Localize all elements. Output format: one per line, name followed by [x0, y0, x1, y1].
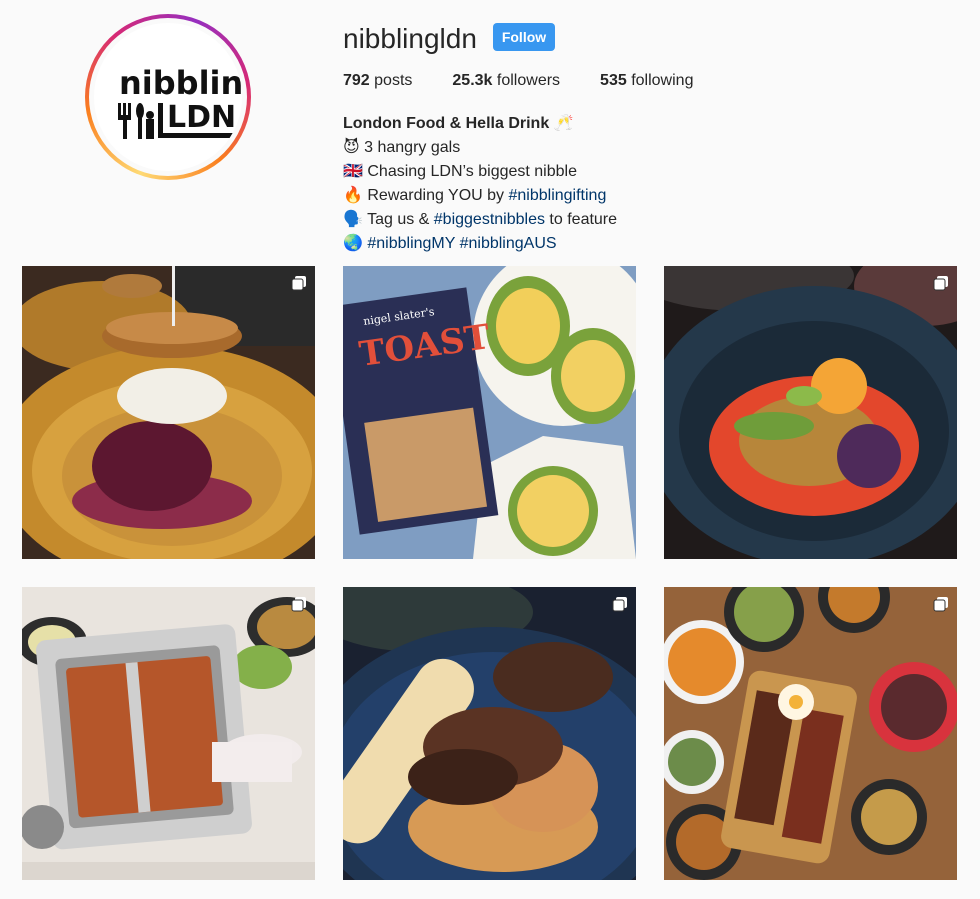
profile-stats: 792 posts 25.3k followers 535 following [343, 72, 733, 90]
bio-line: 🌏 #nibblingMY #nibblingAUS [343, 232, 617, 256]
bio-line: 🗣️ Tag us & #biggestnibbles to feature [343, 208, 617, 232]
multiple-photos-icon [612, 597, 627, 612]
logo-text-top: nibbling [119, 64, 242, 102]
devil-emoji-icon: 😈 [343, 139, 360, 156]
speaking-head-emoji-icon: 🗣️ [343, 211, 363, 228]
bio-text: Tag us & [367, 211, 434, 228]
hashtag-link[interactable]: #nibblingMY #nibblingAUS [367, 235, 556, 252]
followers-count: 25.3k [452, 72, 493, 89]
post-tile[interactable] [22, 587, 315, 880]
following-label: following [631, 72, 694, 89]
bio-text: to feature [544, 211, 618, 228]
follow-button[interactable]: Follow [493, 23, 555, 51]
globe-emoji-icon: 🌏 [343, 235, 363, 252]
bio-line: 🔥 Rewarding YOU by #nibblingifting [343, 184, 617, 208]
posts-count: 792 [343, 72, 370, 89]
following-stat[interactable]: 535 following [600, 72, 693, 90]
multiple-photos-icon [291, 597, 306, 612]
bio-line: 🇬🇧 Chasing LDN’s biggest nibble [343, 160, 617, 184]
uk-flag-emoji-icon: 🇬🇧 [343, 163, 363, 180]
post-image-bowl [664, 266, 957, 559]
profile-username: nibblingldn [343, 23, 477, 54]
profile-page: nibbling LDN nibblingldn Follow 79 [0, 0, 980, 899]
champagne-emoji-icon: 🥂 [553, 115, 574, 132]
avatar: nibbling LDN [94, 23, 242, 171]
post-image-burger [22, 266, 315, 559]
profile-avatar-ring[interactable]: nibbling LDN [85, 14, 251, 180]
multiple-photos-icon [933, 597, 948, 612]
fire-emoji-icon: 🔥 [343, 187, 363, 204]
post-image-toast [343, 266, 636, 559]
multiple-photos-icon [933, 276, 948, 291]
post-tile[interactable] [664, 266, 957, 559]
profile-full-name: London Food & Hella Drink [343, 115, 550, 132]
following-count: 535 [600, 72, 627, 89]
post-tile[interactable] [343, 587, 636, 880]
post-image-hotpot [22, 587, 315, 880]
post-tile[interactable]: TOAST nigel slater's [343, 266, 636, 559]
post-image-thai-spread [664, 587, 957, 880]
posts-stat: 792 posts [343, 72, 412, 90]
hashtag-link[interactable]: #biggestnibbles [434, 211, 545, 228]
multiple-photos-icon [291, 276, 306, 291]
posts-label: posts [374, 72, 413, 89]
bio-text: Chasing LDN’s biggest nibble [367, 163, 577, 180]
logo-text-bottom: LDN [158, 103, 241, 138]
post-tile[interactable] [22, 266, 315, 559]
followers-stat[interactable]: 25.3k followers [452, 72, 560, 90]
profile-bio: London Food & Hella Drink 🥂 😈 3 hangry g… [343, 112, 617, 256]
bio-text: 3 hangry gals [364, 139, 461, 156]
bio-line: 😈 3 hangry gals [343, 136, 617, 160]
hashtag-link[interactable]: #nibblingifting [508, 187, 606, 204]
post-image-steak [343, 587, 636, 880]
followers-label: followers [496, 72, 561, 89]
post-tile[interactable] [664, 587, 957, 880]
bio-text: Rewarding YOU by [367, 187, 509, 204]
